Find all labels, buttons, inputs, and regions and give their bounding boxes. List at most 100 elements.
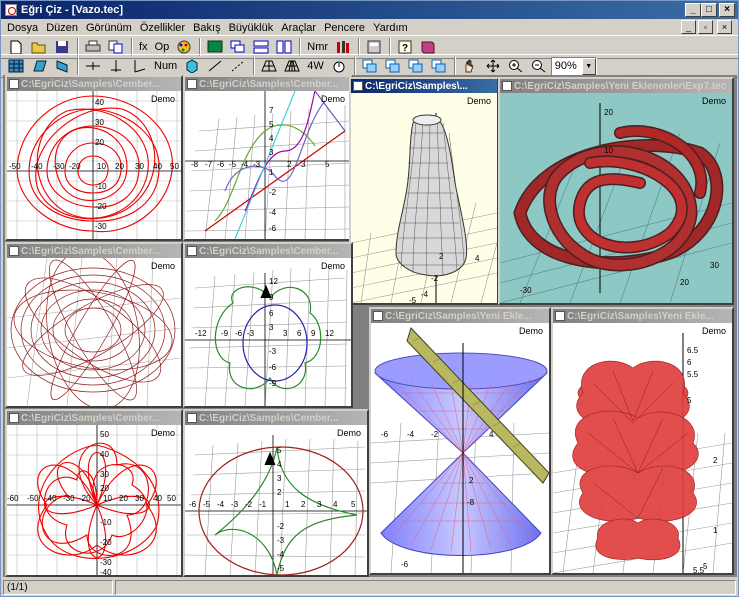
- chevron-down-icon[interactable]: ▼: [581, 57, 596, 75]
- zoom-out-icon[interactable]: [528, 56, 550, 77]
- svg-text:2: 2: [469, 476, 474, 485]
- window-title: C:\EgriCiz\Samples\Yeni Ekle...: [567, 310, 714, 322]
- graph-canvas[interactable]: -60 -50 -40 -30 -20 10 20 30 40 50 50403020-10-20…: [7, 425, 181, 575]
- toolbar-separator: [253, 57, 256, 75]
- grid-side-icon[interactable]: [51, 56, 73, 77]
- svg-text:-4: -4: [269, 208, 277, 217]
- menu-pencere[interactable]: Pencere: [320, 22, 369, 34]
- zoom-in-icon[interactable]: [505, 56, 527, 77]
- demo-label: Demo: [701, 96, 726, 106]
- graph-canvas[interactable]: [7, 258, 181, 406]
- menu-bakis[interactable]: Bakış: [189, 22, 225, 34]
- menu-dosya[interactable]: Dosya: [3, 22, 42, 34]
- window-title: C:\EgriCiz\Samples\Cember...: [199, 412, 339, 424]
- app-icon[interactable]: [5, 4, 17, 16]
- toolbar-separator: [77, 57, 79, 75]
- move-icon[interactable]: [482, 56, 504, 77]
- timer-icon[interactable]: [328, 56, 350, 77]
- svg-text:3: 3: [301, 160, 306, 169]
- svg-text:-5: -5: [203, 500, 211, 509]
- graph-window-1[interactable]: C:\EgriCiz\Samples\Cember... -50 -40 -30…: [5, 75, 183, 241]
- mdi-minimize-button[interactable]: _: [681, 20, 696, 34]
- svg-text:1: 1: [713, 526, 718, 535]
- svg-text:20: 20: [95, 138, 104, 147]
- graph-canvas[interactable]: -50 -40 -30 -20 10 20 30 40 50 40 30 20 -10 -20 -30: [7, 91, 181, 239]
- cube-icon[interactable]: [181, 56, 203, 77]
- svg-text:6: 6: [269, 309, 274, 318]
- graph-canvas[interactable]: -6 -5 -4 -3 -2 -1 1 2 3 4 5 5432-2-3-4-5: [185, 425, 367, 575]
- svg-text:10: 10: [103, 494, 112, 503]
- svg-text:2: 2: [277, 488, 282, 497]
- numbers-button[interactable]: Num: [151, 56, 180, 77]
- minimize-button[interactable]: _: [685, 3, 701, 17]
- close-button[interactable]: ×: [719, 3, 735, 17]
- window-title: C:\EgriCiz\Samples\Cember...: [21, 78, 161, 90]
- svg-text:-1: -1: [259, 500, 267, 509]
- z-axis-icon[interactable]: [128, 56, 150, 77]
- app-window: Eğri Çiz - [Vazo.tec] _ □ × Dosya Düzen …: [0, 0, 739, 597]
- graph-window-10[interactable]: C:\EgriCiz\Samples\Cember... -6 -5 -4 -3 -2-…: [183, 409, 369, 577]
- copy-view-2-icon[interactable]: [382, 56, 404, 77]
- copy-view-icon[interactable]: [359, 56, 381, 77]
- graph-canvas[interactable]: -12 -9 -6 -3 3 6 9 12 12963-3-6-9: [185, 258, 351, 406]
- svg-text:3: 3: [277, 474, 282, 483]
- demo-label: Demo: [150, 428, 175, 438]
- svg-text:-40: -40: [45, 494, 57, 503]
- zoom-select[interactable]: 90% ▼: [550, 56, 597, 76]
- svg-text:-30: -30: [95, 222, 107, 231]
- graph-canvas[interactable]: 20 10 -30 20 30: [500, 93, 732, 303]
- mdi-close-button[interactable]: ×: [717, 20, 732, 34]
- graph-window-torus-knot[interactable]: C:\EgriCiz\Samples\Yeni Eklenenler\Exp7.…: [498, 77, 734, 305]
- window-icon: [187, 79, 197, 89]
- svg-text:6: 6: [687, 358, 692, 367]
- menu-buyukluk[interactable]: Büyüklük: [225, 22, 278, 34]
- menu-ozellikler[interactable]: Özellikler: [136, 22, 189, 34]
- plane-icon[interactable]: [258, 56, 280, 77]
- graph-window-vase[interactable]: C:\EgriCiz\Samples\... -2 -4 -5 4 2 Demo: [349, 77, 499, 305]
- graph-canvas[interactable]: 75431-2-4-6 -8 -7 -6 -5 -4 -3 2 3 5: [185, 91, 351, 239]
- svg-text:-3: -3: [269, 347, 277, 356]
- menu-araclar[interactable]: Araçlar: [277, 22, 320, 34]
- dotted-line-icon[interactable]: [227, 56, 249, 77]
- x-axis-icon[interactable]: [82, 56, 104, 77]
- graph-window-5[interactable]: C:\EgriCiz\Samples\Cember... Demo: [5, 242, 183, 408]
- svg-text:-2: -2: [431, 430, 439, 439]
- menu-gorunum[interactable]: Görünüm: [82, 22, 136, 34]
- svg-text:-50: -50: [9, 162, 21, 171]
- toolbar-separator: [453, 57, 456, 75]
- svg-text:-9: -9: [269, 379, 277, 388]
- copy-view-4-icon[interactable]: [428, 56, 450, 77]
- graph-canvas[interactable]: 6.565.552155.5: [553, 323, 732, 573]
- grid-icon[interactable]: [5, 56, 27, 77]
- four-way-button[interactable]: 4W: [304, 56, 327, 77]
- window-title: C:\EgriCiz\Samples\Cember...: [199, 78, 339, 90]
- y-axis-icon[interactable]: [105, 56, 127, 77]
- window-icon: [9, 79, 19, 89]
- graph-window-rose[interactable]: C:\EgriCiz\Samples\Yeni Ekle... 6.5 6 5.…: [551, 307, 734, 575]
- maximize-button[interactable]: □: [701, 3, 717, 17]
- svg-text:3: 3: [269, 148, 274, 157]
- svg-text:-6: -6: [217, 160, 225, 169]
- menu-yardim[interactable]: Yardım: [369, 22, 412, 34]
- mdi-restore-button[interactable]: ▫: [698, 20, 713, 34]
- svg-text:20: 20: [680, 278, 689, 287]
- svg-text:20: 20: [100, 484, 109, 493]
- graph-window-2[interactable]: C:\EgriCiz\Samples\Cember... 7 5 4 3 1 -2 -4 -6…: [183, 75, 353, 241]
- svg-text:10: 10: [604, 146, 613, 155]
- grid-3d-icon[interactable]: [28, 56, 50, 77]
- title-bar[interactable]: Eğri Çiz - [Vazo.tec] _ □ ×: [1, 1, 738, 19]
- hand-pan-icon[interactable]: [459, 56, 481, 77]
- status-bar: (1/1): [1, 578, 738, 596]
- graph-window-9[interactable]: C:\EgriCiz\Samples\Cember... -60 -50 -40 -3…: [5, 409, 183, 577]
- copy-view-3-icon[interactable]: [405, 56, 427, 77]
- window-title: Eğri Çiz - [Vazo.tec]: [21, 4, 124, 16]
- graph-window-6[interactable]: C:\EgriCiz\Samples\Cember... -12 -9 -6 -3 3 6…: [183, 242, 353, 408]
- graph-canvas[interactable]: -6 -4 -2 2 4 -8 -6: [371, 323, 549, 573]
- demo-label: Demo: [518, 326, 543, 336]
- graph-canvas[interactable]: -2-4 -5 4 2: [351, 93, 497, 303]
- line-tool-icon[interactable]: [204, 56, 226, 77]
- graph-window-cone[interactable]: C:\EgriCiz\Samples\Yeni Ekle... -6 -4 -2…: [369, 307, 551, 575]
- menu-duzen[interactable]: Düzen: [42, 22, 82, 34]
- svg-text:-12: -12: [195, 329, 207, 338]
- perspective-grid-icon[interactable]: [281, 56, 303, 77]
